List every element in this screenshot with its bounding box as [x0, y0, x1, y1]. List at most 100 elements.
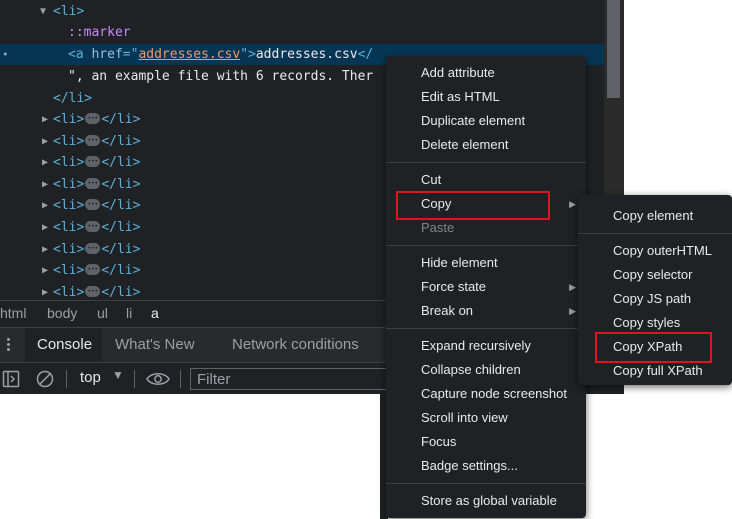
menu-separator: [386, 162, 586, 163]
tag-close: </li>: [101, 284, 141, 300]
tag-open: <li>: [53, 263, 85, 279]
expand-triangle-icon[interactable]: ▶: [42, 109, 48, 130]
menu-item-collapse-children[interactable]: Collapse children: [386, 358, 586, 382]
filter-input[interactable]: [190, 368, 390, 390]
menu-separator: [386, 245, 586, 246]
expand-triangle-icon[interactable]: ▶: [42, 239, 48, 260]
menu-item-break-on[interactable]: Break on ▶: [386, 299, 586, 323]
menu-item-label: Paste: [421, 220, 455, 235]
ellipsis-icon[interactable]: [85, 216, 101, 237]
expand-triangle-icon[interactable]: ▶: [42, 282, 48, 300]
collapsed-li: <li> </li>: [53, 108, 140, 130]
menu-item-label: Hide element: [421, 255, 498, 270]
tab-console[interactable]: Console: [25, 328, 102, 362]
menu-item-label: Expand recursively: [421, 338, 531, 353]
expand-triangle-icon[interactable]: ▼: [40, 1, 46, 22]
menu-item-duplicate-element[interactable]: Duplicate element: [386, 109, 586, 133]
menu-item-paste: Paste: [386, 216, 586, 240]
ellipsis-icon[interactable]: [85, 281, 101, 300]
toolbar-divider: [180, 370, 181, 388]
chevron-down-icon[interactable]: ▼: [112, 368, 124, 382]
ellipsis-icon[interactable]: [85, 108, 101, 129]
tree-pseudo: ::marker: [68, 25, 131, 40]
chevron-right-icon: ▶: [569, 306, 576, 316]
tab-whats-new[interactable]: What's New: [115, 328, 195, 362]
tag-close: </li>: [101, 241, 141, 257]
menu-separator: [386, 328, 586, 329]
submenu-item-label: Copy full XPath: [613, 363, 703, 378]
menu-separator: [578, 233, 732, 234]
menu-item-scroll-into-view[interactable]: Scroll into view: [386, 406, 586, 430]
submenu-item-label: Copy JS path: [613, 291, 692, 306]
crumb-html[interactable]: html: [0, 305, 26, 321]
expand-triangle-icon[interactable]: ▶: [42, 195, 48, 216]
menu-item-hide-element[interactable]: Hide element: [386, 251, 586, 275]
expand-triangle-icon[interactable]: ▶: [42, 131, 48, 152]
crumb-li[interactable]: li: [126, 305, 132, 321]
ellipsis-icon[interactable]: [85, 151, 101, 172]
menu-item-add-attribute[interactable]: Add attribute: [386, 61, 586, 85]
ellipsis-icon[interactable]: [85, 173, 101, 194]
anchor-text: addresses.csv: [255, 47, 358, 62]
tree-node-marker[interactable]: ::marker: [0, 22, 604, 43]
crumb-body[interactable]: body: [47, 305, 77, 321]
menu-separator: [386, 483, 586, 484]
more-options-icon[interactable]: [6, 336, 12, 354]
submenu-item-label: Copy selector: [613, 267, 693, 282]
tree-node-li-open[interactable]: ▼ <li>: [0, 1, 604, 22]
tag-close: </li>: [101, 155, 141, 171]
menu-item-label: Cut: [421, 172, 442, 187]
menu-item-cut[interactable]: Cut: [386, 168, 586, 192]
attr-eq: =": [122, 47, 139, 62]
collapsed-li: <li> </li>: [53, 130, 140, 152]
expand-triangle-icon[interactable]: ▶: [42, 217, 48, 238]
menu-item-label: Edit as HTML: [421, 89, 500, 104]
menu-item-label: Focus: [421, 434, 457, 449]
tree-scrollbar-thumb[interactable]: [607, 0, 620, 98]
attr-close: ">: [240, 47, 256, 62]
submenu-item-copy-element[interactable]: Copy element: [578, 204, 732, 228]
ellipsis-icon[interactable]: [85, 238, 101, 259]
menu-item-delete-element[interactable]: Delete element: [386, 133, 586, 157]
menu-item-capture-node-screenshot[interactable]: Capture node screenshot: [386, 382, 586, 406]
tree-anchor: <a href="addresses.csv">addresses.csv</: [68, 44, 373, 65]
expand-triangle-icon[interactable]: ▶: [42, 174, 48, 195]
menu-item-expand-recursively[interactable]: Expand recursively: [386, 334, 586, 358]
collapsed-li: <li> </li>: [53, 151, 141, 173]
href-link[interactable]: addresses.csv: [138, 47, 240, 62]
submenu-item-copy-js-path[interactable]: Copy JS path: [578, 287, 732, 311]
submenu-item-copy-full-xpath[interactable]: Copy full XPath: [578, 359, 732, 383]
ellipsis-icon[interactable]: [85, 130, 101, 151]
expand-triangle-icon[interactable]: ▶: [42, 152, 48, 173]
clear-console-icon[interactable]: [36, 370, 54, 388]
toolbar-divider: [66, 370, 67, 388]
chevron-right-icon: ▶: [569, 282, 576, 292]
tag-close: </li>: [101, 198, 141, 214]
context-selector[interactable]: top: [80, 369, 101, 386]
eye-icon[interactable]: [146, 370, 170, 388]
tab-network-conditions[interactable]: Network conditions: [232, 328, 359, 362]
menu-item-badge-settings[interactable]: Badge settings...: [386, 454, 586, 478]
crumb-ul[interactable]: ul: [97, 305, 108, 321]
menu-item-focus[interactable]: Focus: [386, 430, 586, 454]
submenu-item-copy-outerhtml[interactable]: Copy outerHTML: [578, 239, 732, 263]
tag-close: </li>: [101, 176, 141, 192]
menu-item-label: Badge settings...: [421, 458, 518, 473]
menu-item-label: Duplicate element: [421, 113, 526, 128]
menu-item-label: Capture node screenshot: [421, 386, 567, 401]
menu-item-label: Store as global variable: [421, 493, 557, 508]
menu-item-edit-as-html[interactable]: Edit as HTML: [386, 85, 586, 109]
menu-item-force-state[interactable]: Force state ▶: [386, 275, 586, 299]
ellipsis-icon[interactable]: [85, 194, 101, 215]
submenu-item-copy-selector[interactable]: Copy selector: [578, 263, 732, 287]
sidebar-toggle-icon[interactable]: [2, 370, 20, 388]
tag-open: <li>: [53, 155, 85, 171]
menu-item-store-as-global-variable[interactable]: Store as global variable: [386, 489, 586, 513]
tag-open: <li>: [53, 176, 85, 192]
tag-open: <li>: [53, 220, 85, 235]
expand-triangle-icon[interactable]: ▶: [42, 260, 48, 281]
gutter-dots-icon: •: [2, 48, 9, 61]
ellipsis-icon[interactable]: [85, 259, 101, 280]
collapsed-li: <li> </li>: [53, 216, 140, 238]
crumb-a[interactable]: a: [151, 305, 159, 321]
